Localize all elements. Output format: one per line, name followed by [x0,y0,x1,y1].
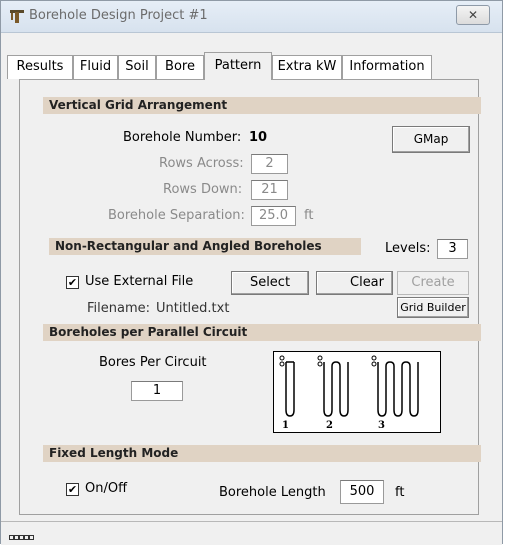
title-bar: Borehole Design Project #1 ✕ [1,1,502,33]
levels-label: Levels: [385,241,431,256]
rows-across-label: Rows Across: [159,156,244,171]
select-button[interactable]: Select [231,271,309,295]
borehole-number-label: Borehole Number: [123,130,242,145]
diagram-label-3: 3 [378,420,385,431]
filename-value: Untitled.txt [156,301,230,316]
borehole-number-value: 10 [249,130,268,145]
diagram-label-2: 2 [326,420,333,431]
window-title: Borehole Design Project #1 [29,8,208,23]
tab-label: Bore [165,59,195,74]
tab-fluid[interactable]: Fluid [73,55,118,79]
filename-label: Filename: [87,301,151,316]
diagram-label-1: 1 [282,420,289,431]
clear-button[interactable]: Clear [316,271,393,295]
use-external-file-checkbox[interactable]: ✔ [66,276,79,289]
tab-results[interactable]: Results [7,55,73,79]
onoff-label: On/Off [85,481,128,496]
borehole-design-window: Borehole Design Project #1 ✕ Results Flu… [0,0,503,545]
use-external-file-label: Use External File [85,274,194,289]
borehole-length-label: Borehole Length [219,485,326,500]
bores-per-circuit-input[interactable]: 1 [131,381,183,401]
parallel-circuit-header: Boreholes per Parallel Circuit [43,324,481,341]
tab-bore[interactable]: Bore [156,55,204,79]
borehole-length-input[interactable]: 500 [340,480,384,504]
gmap-button[interactable]: GMap [392,126,470,153]
tab-label: Results [16,59,64,74]
borehole-loops-figure: 1 2 3 [279,355,419,431]
tab-label: Soil [125,59,149,74]
close-button[interactable]: ✕ [456,5,490,25]
drill-rig-icon [10,10,24,23]
rows-down-label: Rows Down: [163,182,243,197]
borehole-length-unit: ft [395,485,405,500]
borehole-separation-input[interactable]: 25.0 [251,206,296,226]
rows-down-input[interactable]: 21 [251,180,288,200]
borehole-separation-label: Borehole Separation: [108,208,245,223]
circuit-diagram: 1 2 3 [273,351,441,433]
tab-extra-kw[interactable]: Extra kW [272,55,342,79]
non-rectangular-header: Non-Rectangular and Angled Boreholes [49,238,361,255]
status-indicator-icon [9,535,34,540]
rows-across-input[interactable]: 2 [251,154,288,174]
bores-per-circuit-label: Bores Per Circuit [99,355,207,370]
tab-label: Information [349,59,425,74]
status-bar [1,521,502,545]
close-icon: ✕ [467,8,479,22]
tab-information[interactable]: Information [342,55,432,79]
grid-builder-button[interactable]: Grid Builder [397,297,469,318]
checkmark-icon: ✔ [67,276,78,289]
tab-label: Fluid [79,59,112,74]
tab-pattern[interactable]: Pattern [204,52,272,80]
fixed-length-checkbox[interactable]: ✔ [66,483,79,496]
tab-soil[interactable]: Soil [118,55,156,79]
fixed-length-header: Fixed Length Mode [43,445,481,462]
create-button[interactable]: Create [397,271,469,295]
vertical-grid-header: Vertical Grid Arrangement [43,97,481,114]
checkmark-icon: ✔ [67,483,78,496]
separation-unit: ft [304,208,314,223]
levels-input[interactable]: 3 [437,239,468,259]
tab-label: Pattern [214,58,262,73]
tab-label: Extra kW [277,59,337,74]
